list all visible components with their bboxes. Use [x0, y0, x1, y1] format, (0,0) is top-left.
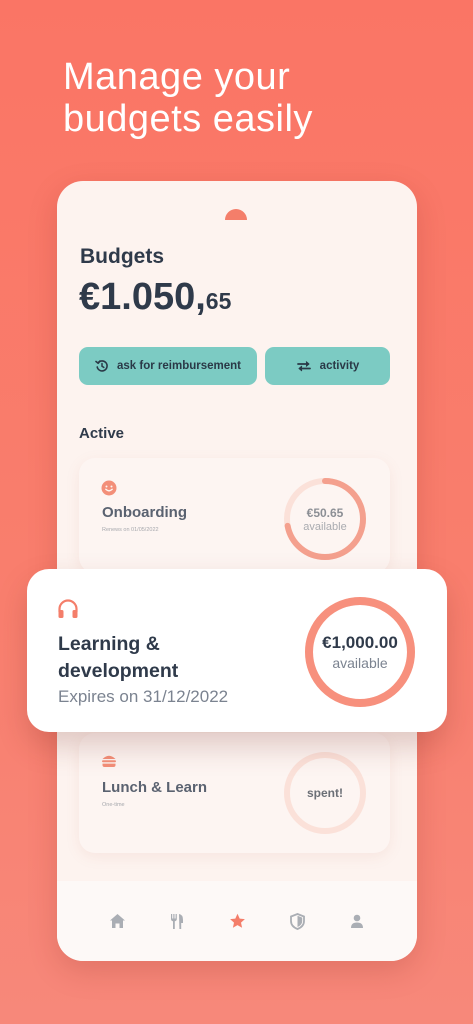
- pull-handle[interactable]: [225, 209, 247, 220]
- budget-title-onboarding: Onboarding: [102, 504, 187, 521]
- spent-label-lunch-and-learn: spent!: [307, 786, 343, 800]
- available-amount-onboarding: €50.65: [306, 505, 344, 520]
- headline-line-2: budgets easily: [63, 98, 313, 140]
- profile-icon[interactable]: [345, 909, 369, 933]
- shield-icon[interactable]: [285, 909, 309, 933]
- budget-title-line-1: Learning &: [58, 633, 160, 655]
- budget-card-learning-development[interactable]: Learning & development Expires on 31/12/…: [27, 569, 447, 732]
- progress-ring-learning-development: €1,000.00 available: [303, 595, 417, 709]
- active-section-heading: Active: [79, 425, 125, 442]
- activity-label: activity: [319, 360, 360, 372]
- available-label-learning-development: available: [332, 655, 388, 671]
- budget-expiry: Expires on 31/12/2022: [58, 687, 229, 706]
- headphones-icon: [57, 599, 79, 624]
- reimbursement-icon: [95, 359, 109, 373]
- swap-arrows-icon: [296, 360, 312, 372]
- activity-button[interactable]: activity: [265, 347, 390, 385]
- available-amount-learning-development: €1,000.00: [322, 633, 398, 652]
- burger-icon: [101, 754, 117, 773]
- available-label-onboarding: available: [303, 520, 347, 533]
- star-icon[interactable]: [225, 909, 249, 933]
- progress-ring-onboarding: €50.65 available: [283, 477, 367, 561]
- budget-balance: €1.050,65: [79, 276, 231, 319]
- ask-reimbursement-button[interactable]: ask for reimbursement: [79, 347, 257, 385]
- bottom-tab-bar: [57, 881, 417, 961]
- budget-subtitle-onboarding: Renews on 01/05/2022: [102, 527, 159, 533]
- balance-main: €1.050,: [79, 276, 206, 318]
- progress-ring-lunch-and-learn: spent!: [283, 751, 367, 835]
- headline: Manage your budgets easily: [63, 56, 443, 140]
- budget-subtitle-lunch-and-learn: One-time: [102, 802, 125, 808]
- ask-reimbursement-label: ask for reimbursement: [117, 360, 241, 372]
- budget-title-line-2: development: [58, 660, 179, 682]
- cutlery-icon[interactable]: [165, 909, 189, 933]
- budget-title-lunch-and-learn: Lunch & Learn: [102, 779, 208, 796]
- balance-cents: 65: [205, 288, 232, 314]
- headline-line-1: Manage your: [63, 56, 291, 98]
- smiley-icon: [101, 480, 117, 501]
- budget-card-onboarding[interactable]: Onboarding Renews on 01/05/2022 €50.65 a…: [79, 458, 390, 573]
- home-icon[interactable]: [105, 909, 129, 933]
- budget-title-learning-development: Learning & development: [58, 631, 278, 685]
- page-title: Budgets: [80, 245, 164, 268]
- budget-card-lunch-and-learn[interactable]: Lunch & Learn One-time spent!: [79, 733, 390, 853]
